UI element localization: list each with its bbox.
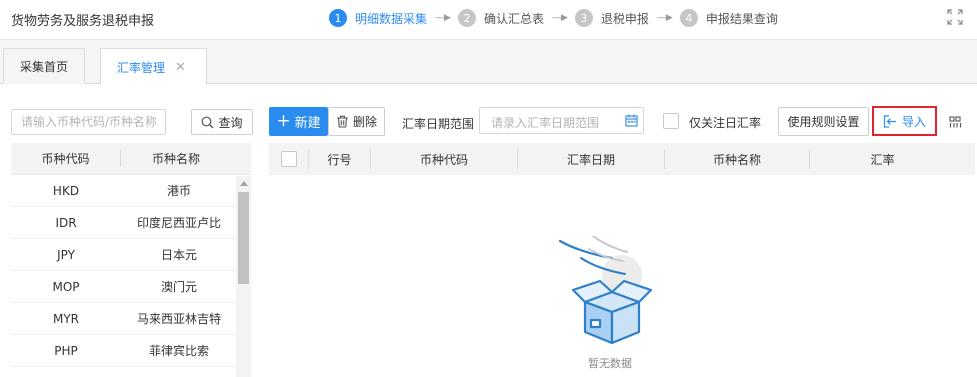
date-range-placeholder: 请录入汇率日期范围 (491, 116, 600, 130)
currency-name-cell: 澳门元 (160, 280, 197, 294)
step-number: 1 (329, 9, 347, 27)
fullscreen-icon[interactable] (947, 9, 963, 25)
column-header-currency-code: 币种代码 (371, 149, 518, 169)
table-row[interactable]: IDR 印度尼西亚卢比 (11, 207, 251, 239)
currency-search-input[interactable] (11, 109, 166, 135)
rate-table-header: 行号 币种代码 汇率日期 币种名称 汇率 (269, 143, 975, 175)
currency-list-table: 币种代码 币种名称 HKD 港币 IDR 印度尼西亚卢比 JPY 日本元 MOP… (11, 143, 251, 377)
currency-code-cell: MOP (52, 279, 80, 294)
new-button-label: 新建 (294, 116, 321, 131)
scroll-up-arrow-icon[interactable] (240, 181, 248, 186)
currency-code-cell: HKD (52, 183, 80, 198)
step-3[interactable]: 3 退税申报 (574, 9, 649, 27)
tab-rate-management[interactable]: 汇率管理 ✕ (100, 48, 207, 85)
step-arrow-icon: ----▶ (656, 13, 673, 23)
column-header-currency-name: 币种名称 (151, 152, 200, 166)
currency-name-cell: 日本元 (160, 248, 197, 262)
step-number: 2 (457, 9, 476, 27)
select-all-checkbox[interactable] (280, 151, 297, 167)
scrollbar-thumb[interactable] (238, 192, 249, 284)
column-header-rate-date: 汇率日期 (518, 149, 665, 169)
column-settings-icon[interactable] (949, 116, 963, 128)
rule-settings-label: 使用规则设置 (787, 115, 860, 129)
import-icon (883, 114, 896, 128)
import-button[interactable]: 导入 (872, 106, 937, 136)
date-range-input[interactable]: 请录入汇率日期范围 (479, 107, 644, 134)
step-1[interactable]: 1 明细数据采集 (329, 9, 427, 27)
trash-icon (336, 115, 348, 128)
table-row[interactable]: PHP 菲律宾比索 (11, 335, 251, 367)
query-button[interactable]: 查询 (191, 109, 253, 135)
plus-icon: + (276, 111, 291, 131)
step-label: 退税申报 (600, 11, 649, 26)
top-header: 货物劳务及服务退税申报 1 明细数据采集 ----▶ 2 确认汇总表 ----▶… (0, 0, 977, 40)
step-arrow-icon: ----▶ (435, 13, 451, 23)
currency-name-cell: 菲律宾比索 (148, 344, 209, 358)
delete-button[interactable]: 删除 (328, 107, 385, 136)
currency-name-cell: 港币 (166, 184, 191, 198)
close-icon[interactable]: ✕ (175, 60, 186, 75)
column-header-currency-code: 币种代码 (11, 150, 121, 167)
currency-name-cell: 印度尼西亚卢比 (136, 216, 221, 230)
currency-code-cell: JPY (57, 247, 75, 262)
app-title: 货物劳务及服务退税申报 (11, 14, 155, 29)
calendar-icon (625, 114, 638, 127)
currency-list-header: 币种代码 币种名称 (11, 143, 251, 175)
table-row[interactable]: MOP 澳门元 (11, 271, 251, 303)
column-header-rate: 汇率 (870, 152, 895, 167)
step-label: 申报结果查询 (705, 11, 778, 26)
tab-label: 采集首页 (20, 60, 69, 74)
currency-code-cell: MYR (52, 311, 80, 326)
step-number: 4 (679, 9, 698, 27)
rule-settings-button[interactable]: 使用规则设置 (778, 107, 869, 136)
header-checkbox-cell (269, 149, 309, 169)
empty-state: 暂无数据 (555, 235, 665, 376)
step-label: 确认汇总表 (483, 11, 544, 26)
step-number: 3 (574, 9, 593, 27)
new-button[interactable]: + 新建 (269, 107, 328, 136)
tab-collect-home[interactable]: 采集首页 (3, 48, 85, 84)
table-row[interactable]: HKD 港币 (11, 175, 251, 207)
step-2[interactable]: 2 确认汇总表 (457, 9, 544, 27)
tab-bar: 采集首页 汇率管理 ✕ (0, 40, 977, 85)
import-button-label: 导入 (901, 114, 926, 129)
empty-state-text: 暂无数据 (588, 357, 632, 370)
step-label: 明细数据采集 (355, 11, 428, 26)
currency-code-cell: IDR (55, 215, 77, 230)
query-button-label: 查询 (218, 115, 243, 130)
only-focus-checkbox[interactable] (663, 113, 679, 129)
empty-box-icon (558, 235, 653, 345)
table-row[interactable]: JPY 日本元 (11, 239, 251, 271)
column-header-row-number: 行号 (309, 149, 371, 169)
step-arrow-icon: ----▶ (551, 13, 568, 23)
currency-name-cell: 马来西亚林吉特 (136, 312, 221, 326)
step-4[interactable]: 4 申报结果查询 (679, 9, 778, 27)
tab-label: 汇率管理 (117, 60, 166, 75)
date-range-label: 汇率日期范围 (402, 117, 475, 131)
only-focus-label: 仅关注日汇率 (689, 116, 762, 130)
currency-code-cell: PHP (54, 343, 78, 358)
column-header-currency-name: 币种名称 (665, 149, 810, 169)
table-row[interactable]: MYR 马来西亚林吉特 (11, 303, 251, 335)
search-icon (202, 116, 214, 128)
delete-button-label: 删除 (352, 115, 377, 129)
step-indicator: 1 明细数据采集 ----▶ 2 确认汇总表 ----▶ 3 退税申报 ----… (329, 8, 778, 28)
